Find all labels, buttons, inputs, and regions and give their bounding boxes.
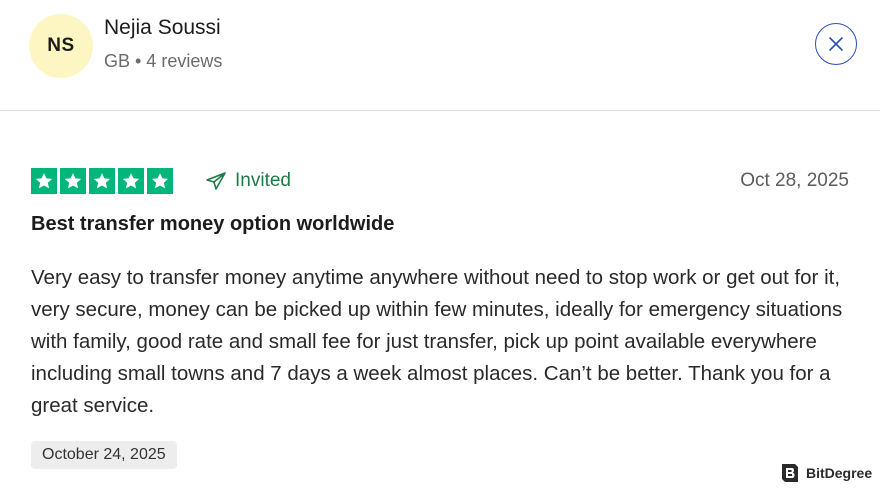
bitdegree-watermark: BitDegree bbox=[779, 461, 872, 485]
close-button[interactable] bbox=[815, 23, 857, 65]
bitdegree-logo-icon bbox=[782, 464, 798, 482]
experience-date-badge: October 24, 2025 bbox=[31, 441, 177, 469]
reviewer-header: NS Nejia Soussi GB • 4 reviews bbox=[0, 0, 880, 111]
reviewer-meta: GB • 4 reviews bbox=[104, 51, 223, 71]
review-date: Oct 28, 2025 bbox=[740, 170, 849, 191]
reviewer-name[interactable]: Nejia Soussi bbox=[104, 16, 221, 40]
invited-badge: Invited bbox=[205, 170, 291, 192]
star-icon bbox=[60, 168, 86, 194]
review-body: Very easy to transfer money anytime anyw… bbox=[31, 266, 843, 417]
star-icon bbox=[89, 168, 115, 194]
review-title: Best transfer money option worldwide bbox=[31, 213, 395, 235]
paper-plane-icon bbox=[206, 172, 226, 190]
star-icon bbox=[147, 168, 173, 194]
star-rating bbox=[31, 168, 173, 194]
close-icon bbox=[829, 37, 843, 51]
star-icon bbox=[118, 168, 144, 194]
watermark-text: BitDegree bbox=[806, 465, 873, 481]
avatar: NS bbox=[29, 14, 93, 78]
star-icon bbox=[31, 168, 57, 194]
invited-label: Invited bbox=[235, 170, 291, 191]
